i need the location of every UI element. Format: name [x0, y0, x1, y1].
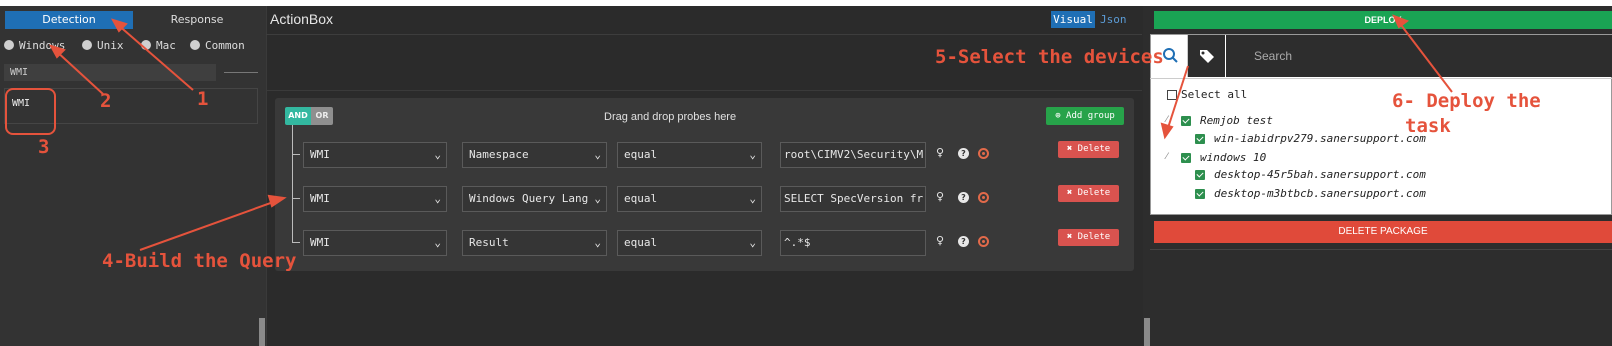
annotation-step-2: 2: [100, 90, 112, 112]
annotation-step-6-cont: task: [1405, 115, 1451, 137]
annotation-arrows: [48, 14, 1453, 251]
annotation-step-1: 1: [197, 88, 209, 110]
annotation-step-5: 5-Select the devices: [935, 46, 1164, 68]
annotation-step-4: 4-Build the Query: [102, 250, 297, 272]
annotation-step-6: 6- Deploy the: [1392, 90, 1541, 112]
annotation-step-3: 3: [38, 136, 50, 158]
